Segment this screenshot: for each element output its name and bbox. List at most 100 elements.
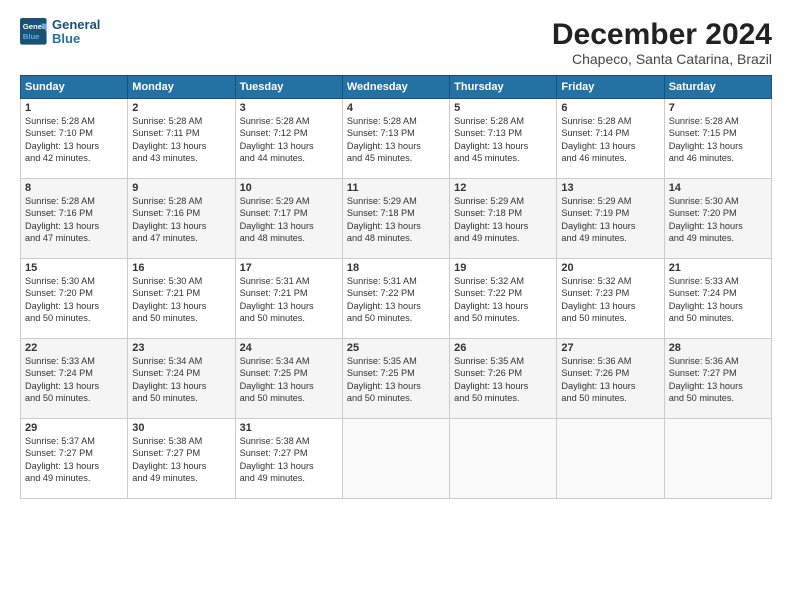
day-info: Sunrise: 5:35 AM Sunset: 7:25 PM Dayligh… [347,355,445,405]
day-info: Sunrise: 5:28 AM Sunset: 7:16 PM Dayligh… [132,195,230,245]
day-info: Sunrise: 5:36 AM Sunset: 7:26 PM Dayligh… [561,355,659,405]
table-row: 5Sunrise: 5:28 AM Sunset: 7:13 PM Daylig… [450,99,557,179]
calendar-week-5: 29Sunrise: 5:37 AM Sunset: 7:27 PM Dayli… [21,419,772,499]
table-row: 29Sunrise: 5:37 AM Sunset: 7:27 PM Dayli… [21,419,128,499]
day-number: 5 [454,102,552,114]
svg-text:Blue: Blue [23,32,40,41]
day-number: 11 [347,182,445,194]
day-info: Sunrise: 5:31 AM Sunset: 7:21 PM Dayligh… [240,275,338,325]
calendar-table: Sunday Monday Tuesday Wednesday Thursday… [20,75,772,499]
table-row: 7Sunrise: 5:28 AM Sunset: 7:15 PM Daylig… [664,99,771,179]
day-info: Sunrise: 5:33 AM Sunset: 7:24 PM Dayligh… [25,355,123,405]
day-number: 22 [25,342,123,354]
main-title: December 2024 [552,18,772,51]
table-row: 9Sunrise: 5:28 AM Sunset: 7:16 PM Daylig… [128,179,235,259]
day-info: Sunrise: 5:30 AM Sunset: 7:21 PM Dayligh… [132,275,230,325]
table-row: 15Sunrise: 5:30 AM Sunset: 7:20 PM Dayli… [21,259,128,339]
calendar-week-2: 8Sunrise: 5:28 AM Sunset: 7:16 PM Daylig… [21,179,772,259]
day-info: Sunrise: 5:38 AM Sunset: 7:27 PM Dayligh… [132,435,230,485]
table-row: 26Sunrise: 5:35 AM Sunset: 7:26 PM Dayli… [450,339,557,419]
table-row: 22Sunrise: 5:33 AM Sunset: 7:24 PM Dayli… [21,339,128,419]
day-info: Sunrise: 5:28 AM Sunset: 7:10 PM Dayligh… [25,115,123,165]
day-info: Sunrise: 5:28 AM Sunset: 7:15 PM Dayligh… [669,115,767,165]
day-number: 1 [25,102,123,114]
day-info: Sunrise: 5:34 AM Sunset: 7:25 PM Dayligh… [240,355,338,405]
day-info: Sunrise: 5:29 AM Sunset: 7:17 PM Dayligh… [240,195,338,245]
table-row: 24Sunrise: 5:34 AM Sunset: 7:25 PM Dayli… [235,339,342,419]
table-row: 31Sunrise: 5:38 AM Sunset: 7:27 PM Dayli… [235,419,342,499]
calendar-week-3: 15Sunrise: 5:30 AM Sunset: 7:20 PM Dayli… [21,259,772,339]
table-row [450,419,557,499]
table-row: 13Sunrise: 5:29 AM Sunset: 7:19 PM Dayli… [557,179,664,259]
table-row: 4Sunrise: 5:28 AM Sunset: 7:13 PM Daylig… [342,99,449,179]
logo-icon: General Blue [20,18,48,46]
table-row: 20Sunrise: 5:32 AM Sunset: 7:23 PM Dayli… [557,259,664,339]
table-row: 11Sunrise: 5:29 AM Sunset: 7:18 PM Dayli… [342,179,449,259]
day-number: 20 [561,262,659,274]
day-number: 17 [240,262,338,274]
day-number: 2 [132,102,230,114]
day-number: 31 [240,422,338,434]
day-info: Sunrise: 5:28 AM Sunset: 7:16 PM Dayligh… [25,195,123,245]
day-number: 27 [561,342,659,354]
day-info: Sunrise: 5:30 AM Sunset: 7:20 PM Dayligh… [669,195,767,245]
day-number: 19 [454,262,552,274]
table-row: 2Sunrise: 5:28 AM Sunset: 7:11 PM Daylig… [128,99,235,179]
page-header: General Blue General Blue December 2024 … [20,18,772,67]
day-number: 25 [347,342,445,354]
day-number: 15 [25,262,123,274]
day-info: Sunrise: 5:29 AM Sunset: 7:19 PM Dayligh… [561,195,659,245]
day-info: Sunrise: 5:32 AM Sunset: 7:23 PM Dayligh… [561,275,659,325]
day-number: 3 [240,102,338,114]
day-info: Sunrise: 5:29 AM Sunset: 7:18 PM Dayligh… [347,195,445,245]
logo: General Blue General Blue [20,18,100,47]
day-number: 12 [454,182,552,194]
col-wednesday: Wednesday [342,76,449,99]
day-number: 29 [25,422,123,434]
table-row: 12Sunrise: 5:29 AM Sunset: 7:18 PM Dayli… [450,179,557,259]
day-number: 24 [240,342,338,354]
subtitle: Chapeco, Santa Catarina, Brazil [552,51,772,67]
table-row: 30Sunrise: 5:38 AM Sunset: 7:27 PM Dayli… [128,419,235,499]
day-info: Sunrise: 5:30 AM Sunset: 7:20 PM Dayligh… [25,275,123,325]
day-number: 13 [561,182,659,194]
table-row: 10Sunrise: 5:29 AM Sunset: 7:17 PM Dayli… [235,179,342,259]
day-info: Sunrise: 5:28 AM Sunset: 7:12 PM Dayligh… [240,115,338,165]
col-sunday: Sunday [21,76,128,99]
day-number: 23 [132,342,230,354]
day-number: 7 [669,102,767,114]
day-info: Sunrise: 5:33 AM Sunset: 7:24 PM Dayligh… [669,275,767,325]
col-tuesday: Tuesday [235,76,342,99]
day-number: 30 [132,422,230,434]
day-info: Sunrise: 5:31 AM Sunset: 7:22 PM Dayligh… [347,275,445,325]
title-block: December 2024 Chapeco, Santa Catarina, B… [552,18,772,67]
day-number: 4 [347,102,445,114]
col-monday: Monday [128,76,235,99]
day-info: Sunrise: 5:28 AM Sunset: 7:14 PM Dayligh… [561,115,659,165]
day-info: Sunrise: 5:34 AM Sunset: 7:24 PM Dayligh… [132,355,230,405]
table-row: 28Sunrise: 5:36 AM Sunset: 7:27 PM Dayli… [664,339,771,419]
day-info: Sunrise: 5:36 AM Sunset: 7:27 PM Dayligh… [669,355,767,405]
day-number: 21 [669,262,767,274]
day-number: 26 [454,342,552,354]
table-row: 27Sunrise: 5:36 AM Sunset: 7:26 PM Dayli… [557,339,664,419]
table-row [557,419,664,499]
day-info: Sunrise: 5:37 AM Sunset: 7:27 PM Dayligh… [25,435,123,485]
day-info: Sunrise: 5:28 AM Sunset: 7:13 PM Dayligh… [454,115,552,165]
table-row: 14Sunrise: 5:30 AM Sunset: 7:20 PM Dayli… [664,179,771,259]
calendar-header-row: Sunday Monday Tuesday Wednesday Thursday… [21,76,772,99]
calendar-week-1: 1Sunrise: 5:28 AM Sunset: 7:10 PM Daylig… [21,99,772,179]
table-row [342,419,449,499]
day-number: 14 [669,182,767,194]
table-row: 3Sunrise: 5:28 AM Sunset: 7:12 PM Daylig… [235,99,342,179]
day-number: 9 [132,182,230,194]
table-row: 17Sunrise: 5:31 AM Sunset: 7:21 PM Dayli… [235,259,342,339]
table-row: 16Sunrise: 5:30 AM Sunset: 7:21 PM Dayli… [128,259,235,339]
day-number: 10 [240,182,338,194]
table-row: 1Sunrise: 5:28 AM Sunset: 7:10 PM Daylig… [21,99,128,179]
day-info: Sunrise: 5:38 AM Sunset: 7:27 PM Dayligh… [240,435,338,485]
table-row: 23Sunrise: 5:34 AM Sunset: 7:24 PM Dayli… [128,339,235,419]
col-friday: Friday [557,76,664,99]
day-info: Sunrise: 5:32 AM Sunset: 7:22 PM Dayligh… [454,275,552,325]
table-row: 8Sunrise: 5:28 AM Sunset: 7:16 PM Daylig… [21,179,128,259]
